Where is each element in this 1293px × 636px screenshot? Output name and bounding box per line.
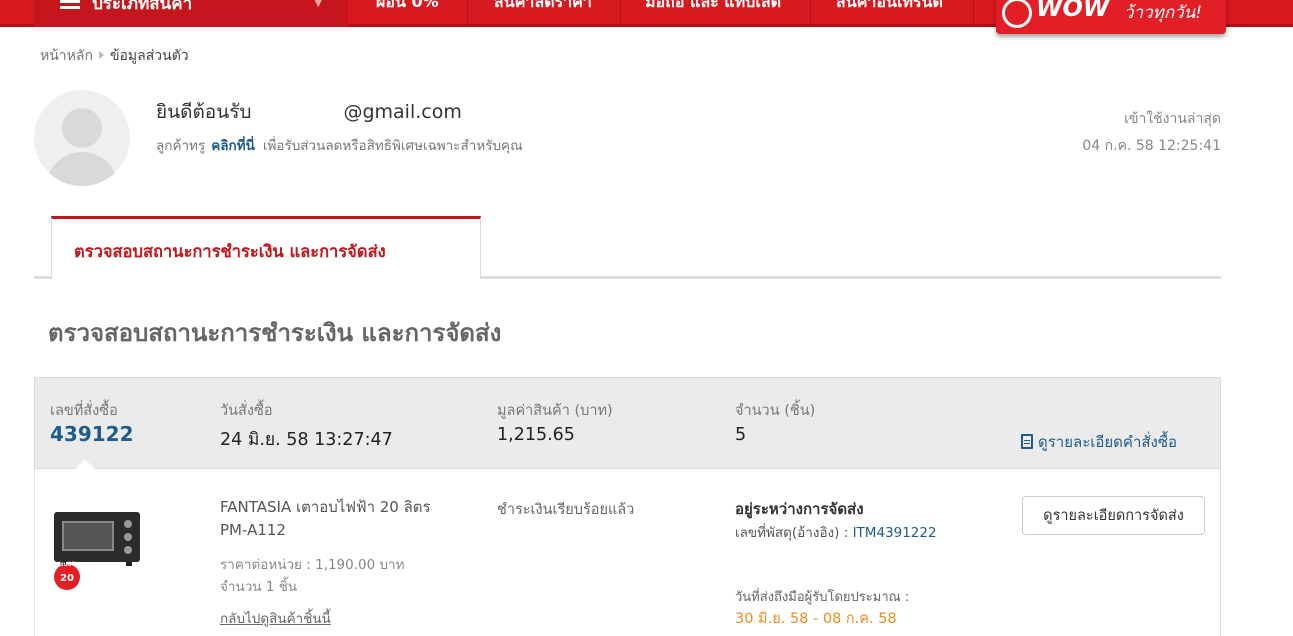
category-menu-label: ประเภทสินค้า	[92, 0, 193, 14]
category-menu[interactable]: ประเภทสินค้า ▼	[34, 0, 348, 27]
welcome-line: ยินดีต้อนรับ @gmail.com	[156, 97, 462, 127]
breadcrumb-home[interactable]: หน้าหลัก	[40, 48, 93, 64]
member-line: ลูกค้าทรู คลิกที่นี่ เพื่อรับส่วนลดหรือสิท…	[156, 134, 523, 156]
order-details-link-label: ดูรายละเอียดคำสั่งซื้อ	[1038, 433, 1178, 451]
order-header: เลขที่สั่งซื้อ 439122 วันสั่งซื้อ 24 มิ.…	[34, 377, 1221, 469]
installment-badge-label: ผ่อน0%	[56, 561, 78, 568]
member-description: เพื่อรับส่วนลดหรือสิทธิพิเศษเฉพาะสำหรับค…	[262, 138, 523, 154]
eta-value: 30 มิ.ย. 58 - 08 ก.ค. 58	[735, 611, 897, 627]
wow-promo-banner[interactable]: WOW ว้าวทุกวัน!	[996, 0, 1226, 34]
last-login-label: เข้าใช้งานล่าสุด	[1124, 111, 1221, 127]
parcel-number-line: เลขที่พัสดุ(อ้างอิง) : ITM4391222	[735, 521, 937, 543]
tab-label: ตรวจสอบสถานะการชำระเงิน และการจัดส่ง	[74, 242, 386, 261]
order-details-link[interactable]: ดูรายละเอียดคำสั่งซื้อ	[1021, 430, 1177, 454]
installment-badge: ผ่อน0% 20	[54, 561, 80, 590]
order-number: 439122	[50, 422, 134, 446]
wow-tagline: ว้าวทุกวัน!	[1124, 3, 1203, 23]
clock-icon	[1002, 0, 1032, 28]
breadcrumb: หน้าหลัก ข้อมูลส่วนตัว	[40, 45, 189, 67]
order-date-label: วันสั่งซื้อ	[220, 403, 273, 419]
nav-item-mobile-tablet[interactable]: มือถือ และ แท็บเล็ต	[645, 0, 781, 15]
parcel-code: ITM4391222	[852, 525, 937, 541]
view-product-link[interactable]: กลับไปดูสินค้าชิ้นนี้	[220, 607, 331, 629]
installment-badge-number: 20	[60, 573, 74, 584]
order-total: 1,215.65	[497, 425, 575, 445]
section-title: ตรวจสอบสถานะการชำระเงิน และการจัดส่ง	[48, 319, 502, 347]
order-total-label: มูลค่าสินค้า (บาท)	[497, 403, 613, 419]
wow-brand: WOW	[1036, 0, 1110, 22]
welcome-text: ยินดีต้อนรับ	[156, 101, 252, 123]
shipping-details-button[interactable]: ดูรายละเอียดการจัดส่ง	[1022, 496, 1205, 535]
tab-payment-shipping-status[interactable]: ตรวจสอบสถานะการชำระเงิน และการจัดส่ง	[51, 216, 481, 279]
product-image[interactable]	[52, 512, 142, 568]
avatar	[34, 90, 130, 186]
order-date: 24 มิ.ย. 58 13:27:47	[220, 430, 393, 450]
hamburger-icon	[60, 0, 80, 14]
order-qty-label: จำนวน (ชิ้น)	[735, 403, 816, 419]
chevron-down-icon: ▼	[314, 0, 323, 9]
product-quantity: จำนวน 1 ชิ้น	[220, 579, 298, 595]
last-login-value: 04 ก.ค. 58 12:25:41	[1082, 138, 1221, 154]
order-number-label: เลขที่สั่งซื้อ	[50, 403, 118, 419]
member-type: ลูกค้าทรู	[156, 138, 206, 154]
eta-label: วันที่ส่งถึงมือผู้รับโดยประมาณ :	[735, 590, 910, 605]
member-click-here-link[interactable]: คลิกที่นี่	[211, 138, 255, 154]
parcel-label: เลขที่พัสดุ(อ้างอิง) :	[735, 525, 849, 541]
shipping-status: อยู่ระหว่างการจัดส่ง	[735, 500, 864, 518]
payment-status: ชำระเงินเรียบร้อยแล้ว	[497, 502, 635, 518]
order-qty: 5	[735, 425, 747, 445]
nav-item-installment[interactable]: ผ่อน 0%	[376, 0, 439, 15]
product-unit-price: ราคาต่อหน่วย : 1,190.00 บาท	[220, 557, 405, 573]
top-nav: ประเภทสินค้า ▼ ผ่อน 0% สินค้าลดราคา มือถ…	[0, 0, 1293, 34]
document-icon	[1021, 434, 1033, 449]
nav-item-trending[interactable]: สินค้าอินเทรนด์	[836, 0, 943, 15]
breadcrumb-current: ข้อมูลส่วนตัว	[109, 48, 189, 64]
caret-right-icon	[98, 51, 104, 59]
nav-item-sale[interactable]: สินค้าลดราคา	[494, 0, 592, 15]
user-email: @gmail.com	[343, 101, 462, 123]
order-item-row	[34, 469, 1221, 636]
product-name[interactable]: FANTASIA เตาอบไฟฟ้า 20 ลิตร PM-A112	[220, 496, 460, 542]
